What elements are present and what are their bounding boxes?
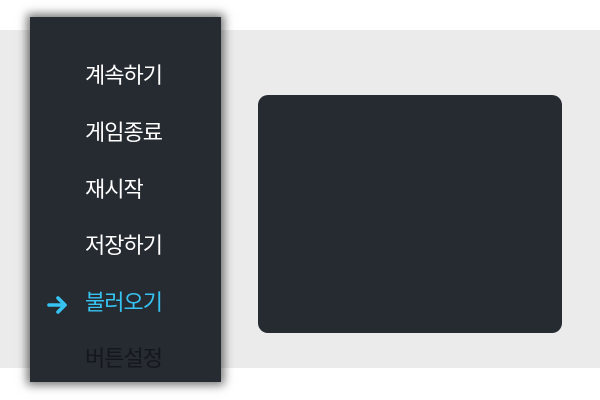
menu-item-label: 불러오기 xyxy=(85,291,163,316)
menu-item-button-settings[interactable]: 버튼설정 xyxy=(30,338,221,382)
menu-item-label: 버튼설정 xyxy=(85,347,163,372)
menu-item-label: 계속하기 xyxy=(85,64,163,89)
content-panel xyxy=(258,95,562,333)
pause-menu: 계속하기 게임종료 재시작 저장하기 불러오기 버튼설정 xyxy=(30,17,221,382)
menu-item-load[interactable]: 불러오기 xyxy=(30,282,221,326)
menu-item-restart[interactable]: 재시작 xyxy=(30,169,221,213)
game-screen: 계속하기 게임종료 재시작 저장하기 불러오기 버튼설정 xyxy=(0,0,600,400)
menu-item-label: 저장하기 xyxy=(85,234,163,259)
arrow-right-icon xyxy=(47,296,67,314)
menu-item-continue[interactable]: 계속하기 xyxy=(30,55,221,99)
menu-item-label: 재시작 xyxy=(85,178,144,203)
menu-item-label: 게임종료 xyxy=(85,121,163,146)
menu-item-quit-game[interactable]: 게임종료 xyxy=(30,112,221,156)
menu-item-save[interactable]: 저장하기 xyxy=(30,225,221,269)
